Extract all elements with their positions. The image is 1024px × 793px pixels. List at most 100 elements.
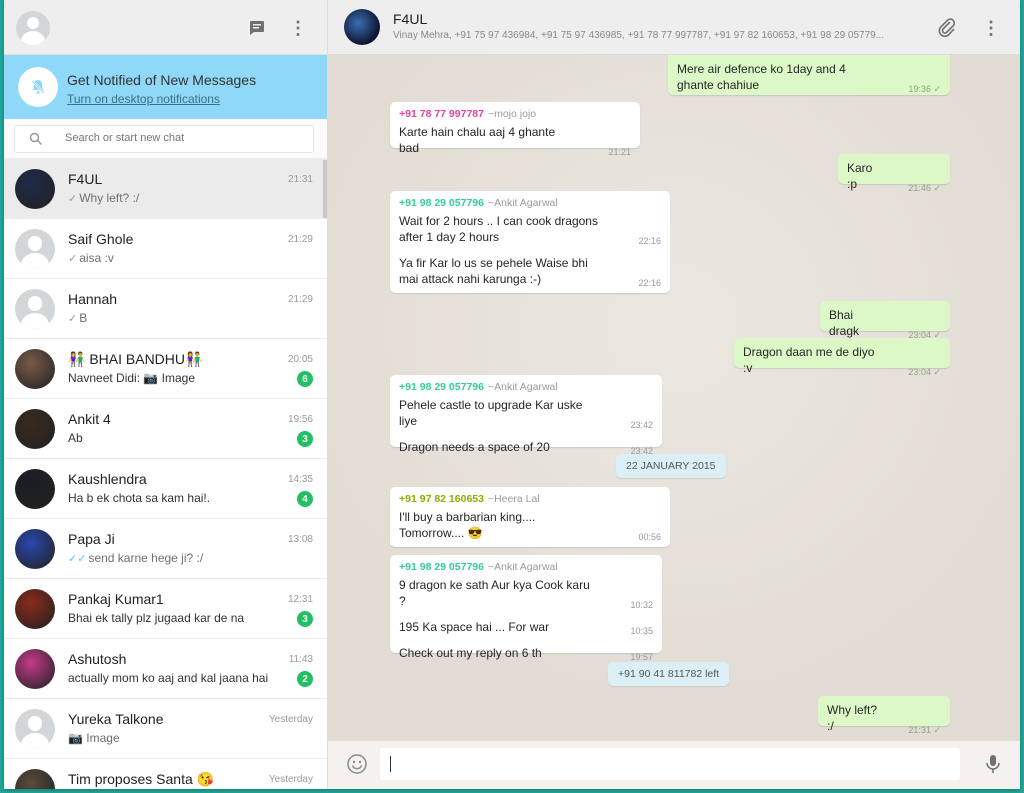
- incoming-message[interactable]: +91 78 77 997787 ~mojo jojo Karte hain cha…: [390, 102, 640, 157]
- chat-list-item[interactable]: Yureka Talkone Yesterday 📷 Image: [4, 699, 327, 759]
- chat-last-text: 📷 Image: [68, 731, 120, 745]
- conversation-header[interactable]: F4UL Vinay Mehra, +91 75 97 436984, +91 …: [328, 0, 1020, 55]
- message-line: Dragon daan me de diyo :v 23:04 ✓: [743, 344, 941, 377]
- message-line: 195 Ka space hai ... For war 10:35: [399, 619, 653, 636]
- search-box[interactable]: [14, 125, 314, 153]
- message-input[interactable]: [380, 748, 960, 780]
- search-bar: [4, 119, 327, 159]
- chat-last-message: 📷 Image: [68, 731, 288, 745]
- sender-name: ~Heera Lal: [487, 493, 540, 505]
- incoming-message[interactable]: +91 97 82 160653 ~Heera Lal I'll buy a bar…: [390, 487, 670, 547]
- chat-list-item[interactable]: Kaushlendra 14:35 Ha b ek chota sa kam hai…: [4, 459, 327, 519]
- chat-name: Ashutosh: [68, 651, 127, 667]
- chat-avatar: [15, 229, 55, 269]
- chat-list-item[interactable]: Hannah 21:29 ✓ B: [4, 279, 327, 339]
- message-line: Check out my reply on 6 th 19:57: [399, 645, 653, 662]
- chat-name: Yureka Talkone: [68, 711, 164, 727]
- chat-list-item[interactable]: Saif Ghole 21:29 ✓ aisa :v: [4, 219, 327, 279]
- new-chat-icon[interactable]: [246, 17, 268, 39]
- incoming-message[interactable]: +91 98 29 057796 ~Ankit Agarwal Pehele cas…: [390, 375, 662, 456]
- group-avatar[interactable]: [344, 9, 380, 45]
- outgoing-message[interactable]: Dragon daan me de diyo :v 23:04 ✓: [734, 338, 950, 377]
- chat-list-item[interactable]: 👫 BHAI BANDHU👫 20:05 Navneet Didi: 📷 Image…: [4, 339, 327, 399]
- chat-list-item[interactable]: Pankaj Kumar1 12:31 Bhai ek tally plz juga…: [4, 579, 327, 639]
- read-tick-icon: ✓✓: [68, 553, 87, 565]
- emoji-icon[interactable]: [346, 753, 368, 775]
- chat-list-item[interactable]: Ashutosh 11:43 actually mom ko aaj and kal…: [4, 639, 327, 699]
- chat-list-item[interactable]: F4UL 21:31 ✓ Why left? :/: [4, 159, 327, 219]
- outgoing-message[interactable]: Bhai dragk 23:04 ✓: [820, 301, 950, 340]
- chat-avatar: [15, 769, 55, 789]
- menu-icon[interactable]: ⋮: [287, 17, 309, 39]
- incoming-message[interactable]: +91 98 29 057796 ~Ankit Agarwal Wait for 2…: [390, 191, 670, 293]
- message-text: Ya fir Kar lo us se pehele Waise bhi mai…: [399, 256, 588, 286]
- search-input[interactable]: [65, 132, 305, 144]
- group-name: F4UL: [393, 11, 428, 27]
- read-tick-icon: ✓: [68, 253, 78, 265]
- chat-last-text: B: [79, 311, 88, 325]
- message-text: I'll buy a barbarian king.... Tomorrow..…: [399, 510, 536, 540]
- system-message: 22 JANUARY 2015: [616, 454, 726, 478]
- chat-list-scrollbar[interactable]: [323, 160, 327, 218]
- sender-number[interactable]: +91 78 77 997787: [399, 108, 484, 120]
- sender-name: ~Ankit Agarwal: [487, 561, 558, 573]
- chat-list-item[interactable]: Ankit 4 19:56 Ab 3: [4, 399, 327, 459]
- chat-last-message: ✓ aisa :v: [68, 251, 288, 265]
- system-message: +91 90 41 811782 left: [608, 662, 730, 686]
- chat-list-item[interactable]: Tim proposes Santa 😘 Yesterday: [4, 759, 327, 789]
- compose-bar: [328, 741, 1020, 789]
- chat-avatar: [15, 349, 55, 389]
- message-time: 22:16: [638, 278, 661, 288]
- sender-number[interactable]: +91 98 29 057796: [399, 561, 484, 573]
- whatsapp-web-app: ⋮ Get Notified of New Messages Turn on d…: [4, 0, 1020, 789]
- message-time: 21:31 ✓: [908, 725, 941, 735]
- my-avatar[interactable]: [16, 11, 50, 45]
- outgoing-message[interactable]: Why left? :/21:31 ✓: [818, 696, 950, 735]
- outgoing-message[interactable]: Karo :p 21:46 ✓: [838, 154, 950, 193]
- conversation-menu-icon[interactable]: ⋮: [980, 17, 1002, 39]
- incoming-message[interactable]: +91 98 29 057796 ~Ankit Agarwal 9 dragon k…: [390, 555, 662, 662]
- mic-icon[interactable]: [983, 753, 1003, 775]
- outgoing-message[interactable]: Mere air defence ko 1day and 4 ghante ch…: [668, 55, 950, 95]
- chat-last-text: Why left? :/: [79, 191, 140, 205]
- text-caret: [390, 756, 391, 772]
- message-line: Karte hain chalu aaj 4 ghante bad 21:21: [399, 124, 631, 157]
- message-sender: +91 98 29 057796 ~Ankit Agarwal: [399, 197, 661, 209]
- message-sender: +91 98 29 057796 ~Ankit Agarwal: [399, 381, 653, 393]
- message-line: Pehele castle to upgrade Kar uske liye 23…: [399, 397, 653, 430]
- chat-avatar: [15, 469, 55, 509]
- message-time: 10:35: [630, 626, 653, 636]
- chat-name: Pankaj Kumar1: [68, 591, 164, 607]
- message-text: Mere air defence ko 1day and 4 ghante ch…: [677, 62, 846, 92]
- chat-avatar: [15, 529, 55, 569]
- attach-icon[interactable]: [936, 17, 958, 39]
- bell-off-icon: [18, 67, 58, 107]
- read-tick-icon: ✓: [68, 313, 78, 325]
- chat-avatar: [15, 649, 55, 689]
- message-area: Mere air defence ko 1day and 4 ghante ch…: [328, 55, 1020, 741]
- message-text: 195 Ka space hai ... For war: [399, 620, 550, 634]
- message-time: 00:56: [638, 532, 661, 542]
- left-header: ⋮: [4, 0, 327, 55]
- chat-avatar: [15, 169, 55, 209]
- notify-link[interactable]: Turn on desktop notifications: [67, 92, 220, 106]
- unread-badge: 3: [297, 611, 313, 627]
- sender-number[interactable]: +91 98 29 057796: [399, 381, 484, 393]
- chat-last-text: Navneet Didi: 📷 Image: [68, 371, 195, 385]
- chat-list-item[interactable]: Papa Ji 13:08 ✓✓ send karne hege ji? :/: [4, 519, 327, 579]
- chat-last-text: Ha b ek chota sa kam hai!.: [68, 491, 211, 505]
- conversation-pane: F4UL Vinay Mehra, +91 75 97 436984, +91 …: [328, 0, 1020, 789]
- sender-number[interactable]: +91 97 82 160653: [399, 493, 484, 505]
- chat-time: 21:31: [287, 174, 313, 185]
- search-icon: [29, 132, 43, 146]
- chat-time: 21:29: [287, 234, 313, 245]
- message-line: Why left? :/21:31 ✓: [827, 702, 941, 735]
- sender-number[interactable]: +91 98 29 057796: [399, 197, 484, 209]
- chat-name: Ankit 4: [68, 411, 111, 427]
- message-text: 9 dragon ke sath Aur kya Cook karu ?: [399, 578, 590, 608]
- chat-last-message: Navneet Didi: 📷 Image: [68, 371, 288, 385]
- message-text: Wait for 2 hours .. I can cook dragons a…: [399, 214, 598, 244]
- read-tick-icon: ✓: [68, 193, 78, 205]
- message-time: 21:21: [608, 147, 631, 157]
- sender-name: ~Ankit Agarwal: [487, 381, 558, 393]
